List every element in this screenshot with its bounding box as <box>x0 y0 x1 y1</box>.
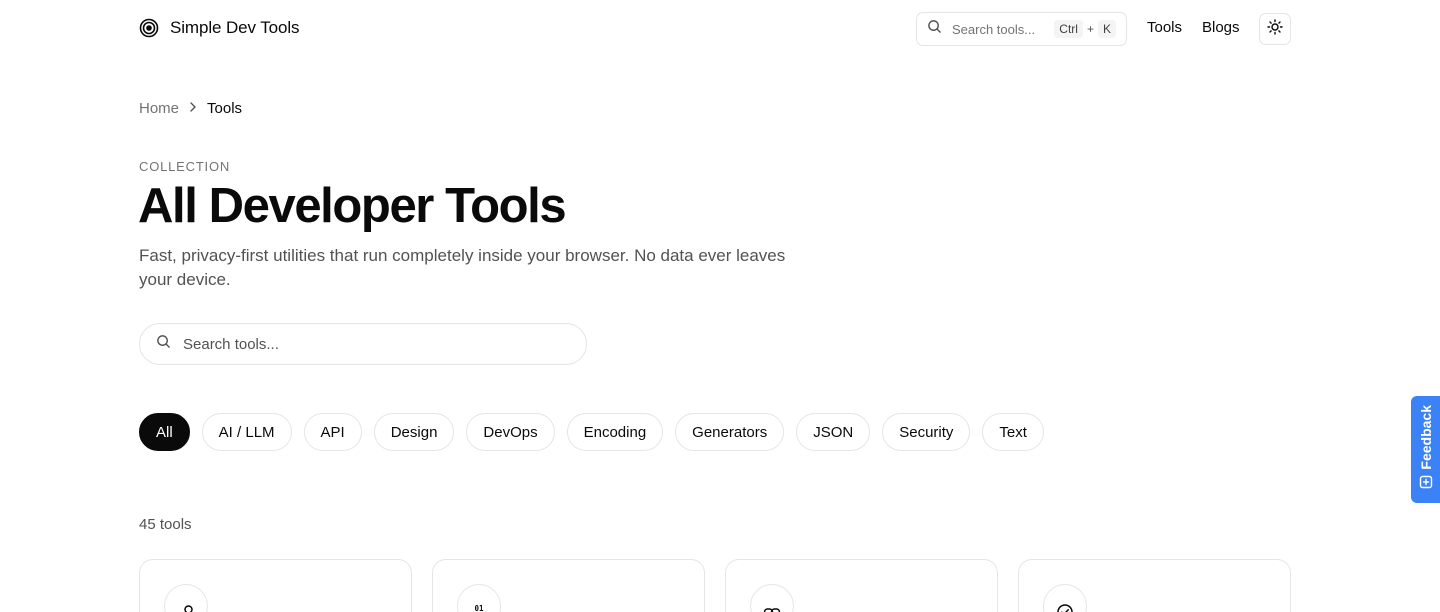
shortcut-plus: + <box>1086 22 1094 36</box>
feedback-button[interactable]: Feedback <box>1411 396 1440 503</box>
category-chip-all[interactable]: All <box>139 413 190 451</box>
link-icon <box>750 584 794 612</box>
nav-link-tools[interactable]: Tools <box>1147 19 1182 36</box>
category-chip-text[interactable]: Text <box>982 413 1044 451</box>
page-description: Fast, privacy-first utilities that run c… <box>139 246 786 289</box>
shortcut-key-ctrl: Ctrl <box>1054 20 1083 38</box>
key-icon <box>164 584 208 612</box>
site-header: Simple Dev Tools Search tools... Ctrl + … <box>0 0 1440 58</box>
feedback-icon <box>1419 475 1433 494</box>
category-chip-design[interactable]: Design <box>373 413 455 451</box>
header-search-button[interactable]: Search tools... Ctrl + K <box>916 12 1127 46</box>
category-chip-encoding[interactable]: Encoding <box>566 413 664 451</box>
sun-icon <box>1267 18 1283 40</box>
keyboard-shortcut: Ctrl + K <box>1054 20 1116 38</box>
page-title: All Developer Tools <box>138 179 567 233</box>
breadcrumb-home[interactable]: Home <box>139 100 179 117</box>
logo-icon <box>139 18 159 38</box>
brand-name: Simple Dev Tools <box>170 18 300 37</box>
category-filter-bar: All AI / LLM API Design DevOps Encoding … <box>139 413 1044 451</box>
category-chip-json[interactable]: JSON <box>796 413 871 451</box>
binary-icon: 01 10 <box>457 584 501 612</box>
theme-toggle-button[interactable] <box>1259 13 1291 45</box>
tool-card[interactable] <box>1018 559 1291 612</box>
brand-link[interactable]: Simple Dev Tools <box>139 18 300 38</box>
category-chip-security[interactable]: Security <box>882 413 971 451</box>
search-icon <box>156 334 171 354</box>
nav-link-blogs[interactable]: Blogs <box>1202 19 1240 36</box>
tool-card[interactable] <box>725 559 998 612</box>
svg-text:01: 01 <box>474 604 484 612</box>
category-chip-generators[interactable]: Generators <box>675 413 785 451</box>
tool-search-field[interactable]: Search tools... <box>139 323 587 365</box>
category-chip-devops[interactable]: DevOps <box>466 413 555 451</box>
tool-search-input[interactable]: Search tools... <box>183 336 279 353</box>
tool-card[interactable] <box>139 559 412 612</box>
tool-count: 45 tools <box>139 516 192 533</box>
category-chip-api[interactable]: API <box>303 413 362 451</box>
check-circle-icon <box>1043 584 1087 612</box>
breadcrumb-current: Tools <box>207 100 243 117</box>
section-eyebrow: COLLECTION <box>139 159 231 174</box>
feedback-label: Feedback <box>1417 404 1434 470</box>
chevron-right-icon <box>187 100 199 117</box>
search-icon <box>927 19 942 39</box>
category-chip-ai-llm[interactable]: AI / LLM <box>201 413 292 451</box>
header-search-placeholder: Search tools... <box>952 21 1036 37</box>
breadcrumb: Home Tools <box>139 100 242 117</box>
tool-card[interactable]: 01 10 <box>432 559 705 612</box>
shortcut-key-k: K <box>1097 20 1116 38</box>
